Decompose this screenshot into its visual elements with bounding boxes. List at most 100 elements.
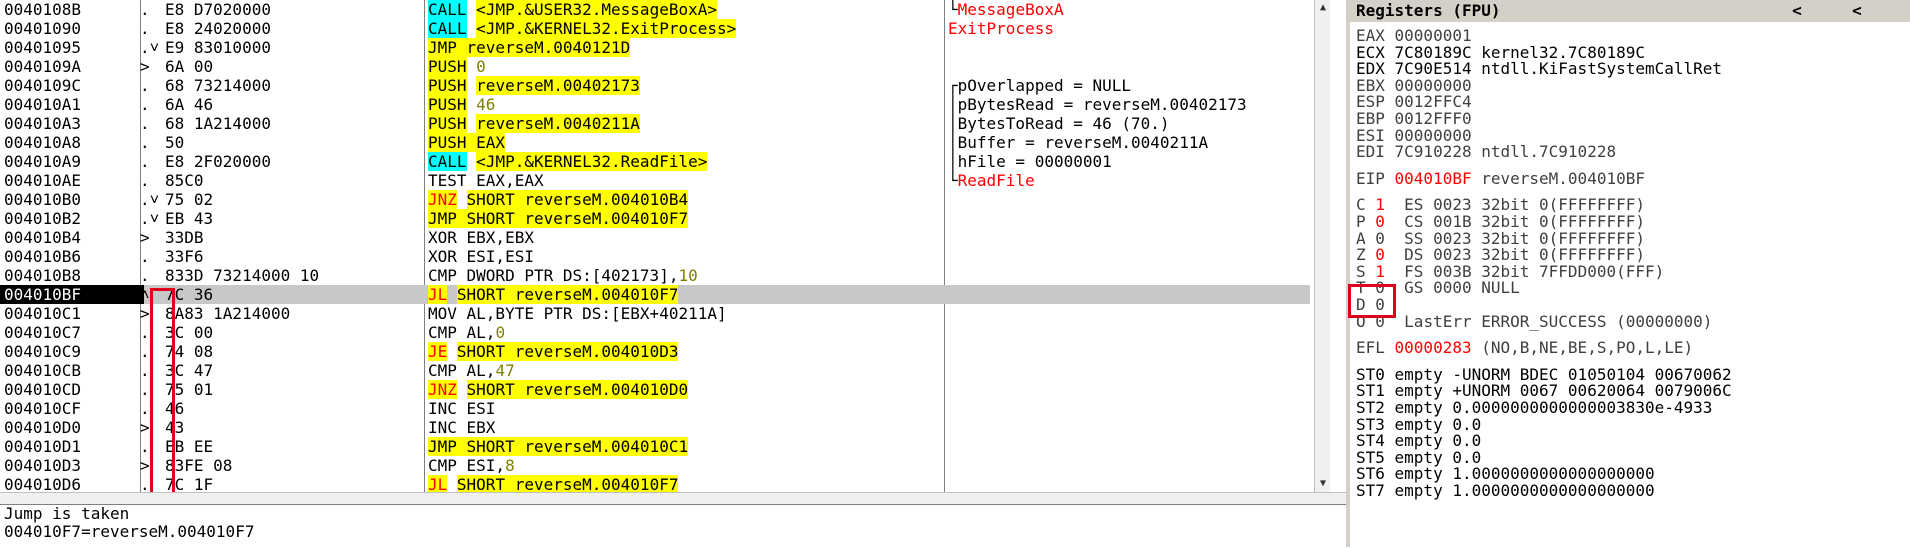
jump-arrow-indicator: . — [140, 133, 150, 152]
instruction-address: 004010A8 — [4, 133, 82, 152]
asm-token: JMP SHORT reverseM.004010F7 — [428, 209, 689, 228]
selected-instruction-row[interactable]: 004010BF ˄ 7C 36 JL SHORT reverseM.004010F7 — [0, 285, 1310, 304]
registers-header[interactable]: Registers (FPU) < < — [1350, 0, 1910, 22]
instruction-row[interactable]: 004010CB. 3C 47 CMP AL,47 — [0, 361, 1310, 380]
comment-token: │BytesToRead = 46 (70.) — [948, 114, 1170, 133]
asm-token: XOR ESI,ESI — [428, 247, 534, 266]
instruction-address: 004010BF — [0, 285, 144, 304]
instruction-disassembly: INC ESI — [428, 399, 495, 418]
flag-row: O 0 LastErr ERROR_SUCCESS (00000000) — [1356, 312, 1712, 331]
instruction-address: 004010AE — [4, 171, 82, 190]
comment-token: │pBytesRead = reverseM.00402173 — [948, 95, 1247, 114]
info-line-target: 004010F7=reverseM.004010F7 — [4, 522, 255, 541]
instruction-disassembly: CMP AL,47 — [428, 361, 515, 380]
instruction-row[interactable]: 004010A9. E8 2F020000 CALL <JMP.&KERNEL32.… — [0, 152, 1310, 171]
instruction-row[interactable]: 004010C1 >8A83 1A214000 MOV AL,BYTE PTR DS… — [0, 304, 1310, 323]
asm-token: reverseM.00402173 — [476, 76, 640, 95]
jump-arrow-indicator: . — [140, 19, 150, 38]
instruction-row[interactable]: 004010D3 >83FE 08 CMP ESI,8 — [0, 456, 1310, 475]
asm-token: CALL — [428, 0, 467, 19]
instruction-comment: └ReadFile — [948, 171, 1035, 190]
highlight-box-jump-arrows — [150, 288, 175, 492]
instruction-comment: │hFile = 00000001 — [948, 152, 1112, 171]
instruction-disassembly: JMP SHORT reverseM.004010C1 — [428, 437, 689, 456]
chevron-left-icon[interactable]: < — [1782, 0, 1812, 22]
instruction-row[interactable]: 004010D0 >43 INC EBX — [0, 418, 1310, 437]
instruction-hex-bytes: 8A83 1A214000 — [165, 304, 291, 323]
instruction-address: 004010B4 — [4, 228, 82, 247]
instruction-row[interactable]: 004010A8. 50 PUSH EAX │Buffer = reverseM.00… — [0, 133, 1310, 152]
instruction-row[interactable]: 004010A1. 6A 46 PUSH 46 │pBytesRead = rever… — [0, 95, 1310, 114]
instruction-row[interactable]: 004010AE. 85C0 TEST EAX,EAX └ReadFile — [0, 171, 1310, 190]
asm-token — [467, 19, 477, 38]
chevron-left-icon[interactable]: < — [1842, 0, 1872, 22]
instruction-comment: ExitProcess — [948, 19, 1054, 38]
asm-token: INC ESI — [428, 399, 496, 418]
instruction-comment: │pBytesRead = reverseM.00402173 — [948, 95, 1247, 114]
disassembly-pane[interactable]: 0040108B. E8 D7020000 CALL <JMP.&USER32.Me… — [0, 0, 1330, 492]
instruction-address: 0040108B — [4, 0, 82, 19]
instruction-address: 004010B0 — [4, 190, 82, 209]
asm-token: CMP AL, — [428, 361, 496, 380]
register-value[interactable]: 004010BF — [1395, 169, 1472, 188]
asm-token — [467, 152, 477, 171]
instruction-address: 004010A1 — [4, 95, 82, 114]
instruction-row[interactable]: 004010B2 .˅ EB 43 JMP SHORT reverseM.004010… — [0, 209, 1310, 228]
instruction-hex-bytes: 33F6 — [165, 247, 204, 266]
instruction-row[interactable]: 0040109C. 68 73214000 PUSH reverseM.004021… — [0, 76, 1310, 95]
instruction-row[interactable]: 004010CF. 46 INC ESI — [0, 399, 1310, 418]
comment-token: │Buffer = reverseM.0040211A — [948, 133, 1209, 152]
instruction-address: 004010A3 — [4, 114, 82, 133]
scroll-down-icon[interactable]: ▼ — [1315, 476, 1330, 492]
segment-info: LastErr ERROR_SUCCESS (00000000) — [1384, 311, 1713, 331]
instruction-row[interactable]: 0040109A >6A 00 PUSH 0 — [0, 57, 1310, 76]
instruction-comment: │Buffer = reverseM.0040211A — [948, 133, 1208, 152]
asm-token: <JMP.&KERNEL32.ExitProcess> — [476, 19, 737, 38]
instruction-row[interactable]: 004010B4 >33DB XOR EBX,EBX — [0, 228, 1310, 247]
asm-token: 46 — [476, 95, 496, 114]
instruction-row[interactable]: 004010B8. 833D 73214000 10 CMP DWORD PTR D… — [0, 266, 1310, 285]
register-row: EDI 7C910228 ntdll.7C910228 — [1356, 142, 1617, 162]
jump-arrow-indicator: . — [140, 247, 150, 266]
instruction-row[interactable]: 00401095 .˅ E9 83010000 JMP reverseM.004012… — [0, 38, 1310, 57]
instruction-row[interactable]: 004010D6. 7C 1F JL SHORT reverseM.004010F7 — [0, 475, 1310, 492]
instruction-row[interactable]: 00401090. E8 24020000 CALL <JMP.&KERNEL32.… — [0, 19, 1310, 38]
instruction-address: 004010B6 — [4, 247, 82, 266]
asm-token: CALL — [428, 19, 467, 38]
asm-token: INC EBX — [428, 418, 496, 437]
instruction-row[interactable]: 004010B6. 33F6 XOR ESI,ESI — [0, 247, 1310, 266]
instruction-row[interactable]: 0040108B. E8 D7020000 CALL <JMP.&USER32.Me… — [0, 0, 1310, 19]
jump-arrow-indicator: . — [140, 95, 150, 114]
instruction-row[interactable]: 004010C7. 3C 00 CMP AL,0 — [0, 323, 1310, 342]
comment-token: MessageBoxA — [957, 0, 1064, 19]
asm-token: 47 — [495, 361, 515, 380]
instruction-disassembly: CALL <JMP.&KERNEL32.ReadFile> — [428, 152, 708, 171]
instruction-row[interactable]: 004010B0 .˅ 75 02 JNZ SHORT reverseM.004010… — [0, 190, 1310, 209]
asm-token: PUSH — [428, 76, 467, 95]
instruction-address: 0040109A — [4, 57, 82, 76]
asm-token: CMP ESI, — [428, 456, 506, 475]
instruction-disassembly: JE SHORT reverseM.004010D3 — [428, 342, 679, 361]
jump-arrow-indicator: > — [140, 57, 150, 76]
asm-token: SHORT reverseM.004010F7 — [456, 475, 679, 492]
instruction-comment: └MessageBoxA — [948, 0, 1064, 19]
scroll-up-icon[interactable]: ▲ — [1315, 0, 1330, 16]
instruction-hex-bytes: E8 D7020000 — [165, 0, 271, 19]
instruction-row[interactable]: 004010C9. 74 08 JE SHORT reverseM.004010D3 — [0, 342, 1310, 361]
instruction-disassembly: PUSH 0 — [428, 57, 486, 76]
asm-token: 8 — [505, 456, 515, 475]
jump-arrow-indicator: . — [140, 76, 150, 95]
instruction-row[interactable]: 004010CD. 75 01 JNZ SHORT reverseM.004010D… — [0, 380, 1310, 399]
instruction-address: 00401090 — [4, 19, 82, 38]
instruction-row[interactable]: 004010A3. 68 1A214000 PUSH reverseM.004021… — [0, 114, 1310, 133]
comment-token: └ — [948, 171, 958, 190]
registers-pane[interactable]: Registers (FPU) < < EAX 00000001 ECX 7C80… — [1346, 0, 1910, 547]
asm-token: PUSH — [428, 57, 467, 76]
vertical-scrollbar[interactable]: ▲ ▼ — [1314, 0, 1330, 492]
asm-token: CMP AL, — [428, 323, 496, 342]
instruction-row[interactable]: 004010D1. EB EE JMP SHORT reverseM.004010C… — [0, 437, 1310, 456]
register-value[interactable]: 00000283 — [1395, 338, 1472, 357]
asm-token: PUSH — [428, 95, 467, 114]
instruction-disassembly: PUSH EAX — [428, 133, 506, 152]
asm-token — [457, 190, 467, 209]
